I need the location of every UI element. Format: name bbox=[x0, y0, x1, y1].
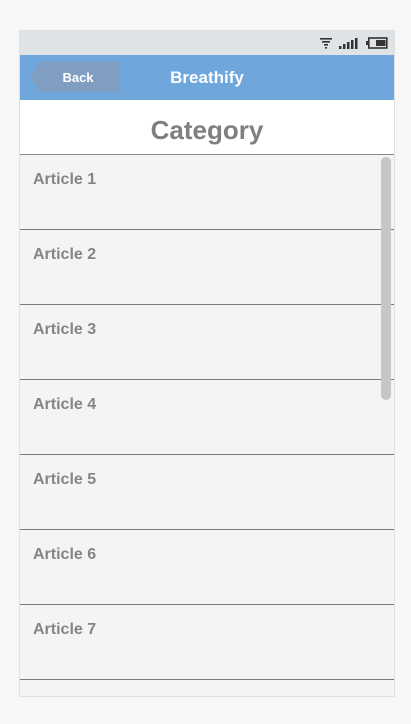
list-item-article-6[interactable]: Article 6 bbox=[20, 530, 394, 605]
battery-icon bbox=[366, 37, 388, 49]
wifi-icon bbox=[320, 37, 332, 49]
list-item-article-7[interactable]: Article 7 bbox=[20, 605, 394, 680]
list-scrollbar[interactable] bbox=[381, 157, 391, 400]
phone-screen: Back Breathify Category Article 1 Articl… bbox=[19, 30, 395, 697]
signal-icon bbox=[339, 37, 359, 49]
back-button[interactable]: Back bbox=[30, 62, 120, 92]
status-bar bbox=[20, 31, 394, 55]
page-title: Category bbox=[20, 100, 394, 155]
article-list[interactable]: Article 1 Article 2 Article 3 Article 4 … bbox=[20, 155, 394, 696]
list-item-article-8[interactable] bbox=[20, 680, 394, 696]
list-item-article-3[interactable]: Article 3 bbox=[20, 305, 394, 380]
list-item-article-5[interactable]: Article 5 bbox=[20, 455, 394, 530]
list-item-article-4[interactable]: Article 4 bbox=[20, 380, 394, 455]
list-item-article-1[interactable]: Article 1 bbox=[20, 155, 394, 230]
list-item-article-2[interactable]: Article 2 bbox=[20, 230, 394, 305]
status-icons bbox=[320, 36, 388, 50]
app-bar: Back Breathify bbox=[20, 55, 394, 100]
